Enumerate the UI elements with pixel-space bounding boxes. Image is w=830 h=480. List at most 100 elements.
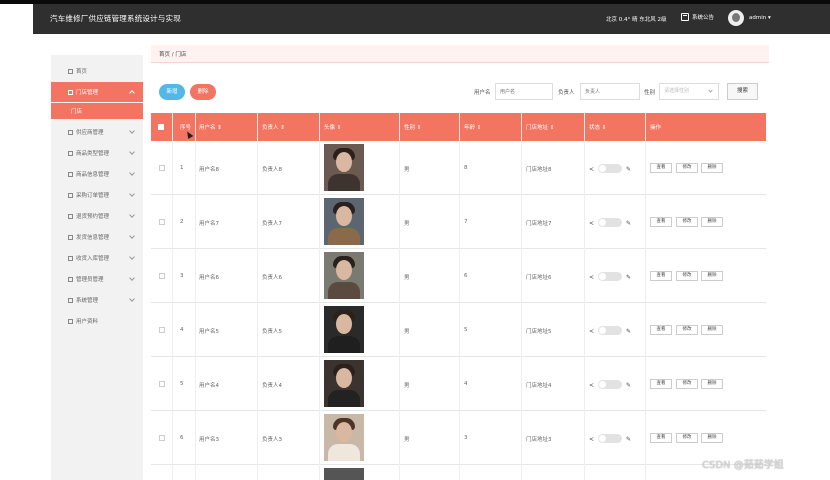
view-button[interactable]: 查看	[650, 271, 672, 281]
row-checkbox[interactable]	[159, 273, 165, 279]
column-divider	[459, 113, 460, 480]
user-menu[interactable]: admin ▾	[749, 15, 771, 21]
sidebar-item-label: 商品信息管理	[76, 172, 110, 178]
view-button[interactable]: 查看	[650, 163, 672, 173]
cell-address: 门店地址3	[526, 437, 552, 443]
manager-input[interactable]	[580, 83, 640, 100]
row-delete-button[interactable]: 删除	[701, 325, 723, 335]
cell-address: 门店地址6	[526, 275, 552, 281]
view-button[interactable]: 查看	[650, 217, 672, 227]
column-header-avatar[interactable]: 头像 ⇕	[324, 123, 341, 131]
breadcrumb[interactable]: 首页 / 门店	[159, 50, 186, 58]
cell-gender: 男	[404, 437, 410, 443]
column-header-manager[interactable]: 负责人 ⇕	[262, 123, 285, 131]
avatar[interactable]	[728, 10, 744, 26]
status-toggle[interactable]	[598, 434, 622, 443]
username-input[interactable]	[495, 83, 553, 100]
home-icon	[68, 68, 73, 74]
status-toggle[interactable]	[598, 218, 622, 227]
edit-button[interactable]: 修改	[676, 271, 698, 281]
row-delete-button[interactable]: 删除	[701, 217, 723, 227]
sidebar-item-delivery[interactable]: 发货信息管理	[51, 227, 143, 247]
view-button[interactable]: 查看	[650, 433, 672, 443]
sidebar-item-system[interactable]: 系统管理	[51, 290, 143, 310]
row-delete-button[interactable]: 删除	[701, 163, 723, 173]
sidebar-item-profile[interactable]: 用户资料	[51, 311, 143, 331]
column-header-username[interactable]: 用户名 ⇕	[199, 123, 222, 131]
pencil-icon[interactable]: ✎	[626, 436, 631, 443]
status-toggle[interactable]	[598, 164, 622, 173]
sidebar-item-category[interactable]: 商品类型管理	[51, 143, 143, 163]
cell-manager: 负责人3	[262, 437, 282, 443]
sidebar-item-goods[interactable]: 商品信息管理	[51, 164, 143, 184]
edit-button[interactable]: 修改	[676, 163, 698, 173]
avatar-photo[interactable]	[324, 414, 364, 461]
sidebar-subitem-store[interactable]: 门店	[51, 103, 143, 119]
chevron-down-icon	[129, 233, 135, 239]
sidebar-item-admin[interactable]: 管理员管理	[51, 269, 143, 289]
sidebar-item-return[interactable]: 退货预约管理	[51, 206, 143, 226]
sidebar-item-supplier[interactable]: 供应商管理	[51, 122, 143, 142]
row-delete-button[interactable]: 删除	[701, 271, 723, 281]
order-icon	[68, 192, 73, 198]
cell-age: 4	[464, 381, 468, 387]
row-checkbox[interactable]	[159, 165, 165, 171]
avatar-photo[interactable]	[324, 306, 364, 353]
pencil-icon[interactable]: ✎	[626, 274, 631, 281]
pencil-icon[interactable]: ✎	[626, 328, 631, 335]
view-button[interactable]: 查看	[650, 379, 672, 389]
notice-button[interactable]: 系统公告	[681, 13, 714, 21]
status-toggle[interactable]	[598, 380, 622, 389]
sidebar-item-purchase[interactable]: 采购订单管理	[51, 185, 143, 205]
edit-button[interactable]: 修改	[676, 433, 698, 443]
edit-button[interactable]: 修改	[676, 325, 698, 335]
share-icon[interactable]: <	[589, 328, 594, 335]
share-icon[interactable]: <	[589, 274, 594, 281]
cell-username: 用户名7	[199, 221, 219, 227]
row-checkbox[interactable]	[159, 219, 165, 225]
avatar-photo[interactable]	[324, 360, 364, 407]
share-icon[interactable]: <	[589, 382, 594, 389]
row-delete-button[interactable]: 删除	[701, 433, 723, 443]
pencil-icon[interactable]: ✎	[626, 166, 631, 173]
column-header-age[interactable]: 年龄 ⇕	[464, 123, 481, 131]
avatar-photo[interactable]	[324, 198, 364, 245]
sidebar-item-label: 用户资料	[76, 319, 99, 325]
column-header-address[interactable]: 门店地址 ⇕	[526, 123, 554, 131]
edit-button[interactable]: 修改	[676, 217, 698, 227]
view-button[interactable]: 查看	[650, 325, 672, 335]
manager-filter-label: 负责人	[558, 90, 575, 96]
column-header-status[interactable]: 状态 ⇕	[589, 123, 606, 131]
share-icon[interactable]: <	[589, 220, 594, 227]
delete-button[interactable]: 删除	[190, 84, 216, 100]
status-toggle[interactable]	[598, 272, 622, 281]
notice-label: 系统公告	[692, 15, 715, 21]
status-toggle[interactable]	[598, 326, 622, 335]
share-icon[interactable]: <	[589, 436, 594, 443]
edit-button[interactable]: 修改	[676, 379, 698, 389]
pencil-icon[interactable]: ✎	[626, 220, 631, 227]
column-header-gender[interactable]: 性别 ⇕	[404, 123, 421, 131]
cell-age: 8	[464, 165, 468, 171]
avatar-photo[interactable]	[324, 468, 364, 480]
select-all-checkbox[interactable]	[158, 124, 164, 130]
sidebar-item-home[interactable]: 首页	[51, 61, 143, 81]
inbound-icon	[68, 255, 73, 261]
row-checkbox[interactable]	[159, 435, 165, 441]
row-checkbox[interactable]	[159, 327, 165, 333]
sidebar-item-store[interactable]: 门店管理	[51, 82, 143, 102]
search-button[interactable]: 搜索	[727, 83, 758, 100]
add-button[interactable]: 新增	[159, 84, 185, 100]
pencil-icon[interactable]: ✎	[626, 382, 631, 389]
sidebar-item-label: 发货信息管理	[76, 235, 110, 241]
row-checkbox[interactable]	[159, 381, 165, 387]
chevron-up-icon	[129, 90, 135, 96]
gender-select[interactable]: 请选择性别	[659, 83, 719, 100]
profile-icon	[68, 318, 73, 324]
avatar-photo[interactable]	[324, 144, 364, 191]
share-icon[interactable]: <	[589, 166, 594, 173]
chevron-down-icon	[129, 191, 135, 197]
sidebar-item-inbound[interactable]: 收货入库管理	[51, 248, 143, 268]
avatar-photo[interactable]	[324, 252, 364, 299]
row-delete-button[interactable]: 删除	[701, 379, 723, 389]
